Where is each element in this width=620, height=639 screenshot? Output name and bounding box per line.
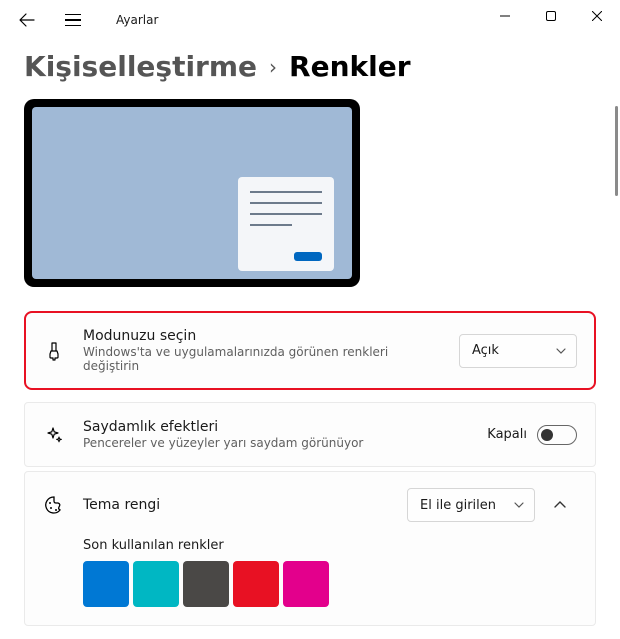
color-swatch[interactable]: [183, 561, 229, 607]
mode-title: Modunuzu seçin: [83, 328, 441, 344]
recent-color-swatches: [83, 561, 577, 607]
breadcrumb-parent[interactable]: Kişiselleştirme: [24, 50, 257, 83]
transparency-title: Saydamlık efektleri: [83, 419, 469, 435]
color-swatch[interactable]: [283, 561, 329, 607]
titlebar: Ayarlar: [0, 0, 620, 40]
chevron-down-icon: [514, 502, 524, 508]
breadcrumb-separator: ›: [269, 55, 277, 79]
hamburger-icon: [65, 14, 81, 27]
mode-dropdown-value: Açık: [472, 343, 499, 358]
mode-dropdown[interactable]: Açık: [459, 334, 577, 368]
transparency-toggle[interactable]: [537, 425, 577, 445]
back-arrow-icon: [19, 12, 35, 28]
transparency-setting-card: Saydamlık efektleri Pencereler ve yüzeyl…: [24, 402, 596, 467]
palette-icon: [43, 494, 65, 516]
maximize-button[interactable]: [528, 0, 574, 32]
color-swatch[interactable]: [233, 561, 279, 607]
recent-colors-label: Son kullanılan renkler: [83, 538, 577, 553]
mode-setting-card: Modunuzu seçin Windows'ta ve uygulamalar…: [24, 311, 596, 390]
menu-button[interactable]: [56, 3, 90, 37]
app-title: Ayarlar: [116, 13, 158, 27]
accent-dropdown[interactable]: El ile girilen: [407, 488, 535, 522]
theme-preview: [24, 99, 360, 287]
breadcrumb-current: Renkler: [289, 50, 411, 83]
back-button[interactable]: [10, 3, 44, 37]
content-area: Modunuzu seçin Windows'ta ve uygulamalar…: [0, 99, 620, 639]
color-swatch[interactable]: [133, 561, 179, 607]
chevron-up-icon: [554, 501, 566, 509]
breadcrumb: Kişiselleştirme › Renkler: [0, 40, 620, 99]
accent-dropdown-value: El ile girilen: [420, 498, 496, 513]
accent-title: Tema rengi: [83, 497, 389, 513]
brush-icon: [43, 341, 65, 361]
scrollbar-thumb[interactable]: [615, 106, 618, 196]
color-swatch[interactable]: [83, 561, 129, 607]
mode-desc: Windows'ta ve uygulamalarınızda görünen …: [83, 345, 441, 373]
chevron-down-icon: [556, 348, 566, 354]
toggle-knob: [541, 429, 553, 441]
transparency-desc: Pencereler ve yüzeyler yarı saydam görün…: [83, 436, 469, 450]
close-icon: [592, 11, 602, 21]
minimize-icon: [500, 11, 510, 21]
transparency-state-label: Kapalı: [487, 427, 527, 442]
accent-setting-card: Tema rengi El ile girilen Son kullanılan…: [24, 471, 596, 626]
close-button[interactable]: [574, 0, 620, 32]
sparkle-icon: [43, 425, 65, 445]
minimize-button[interactable]: [482, 0, 528, 32]
accent-collapse-button[interactable]: [543, 488, 577, 522]
maximize-icon: [546, 11, 556, 21]
preview-desktop: [32, 107, 352, 279]
preview-window: [238, 177, 334, 271]
